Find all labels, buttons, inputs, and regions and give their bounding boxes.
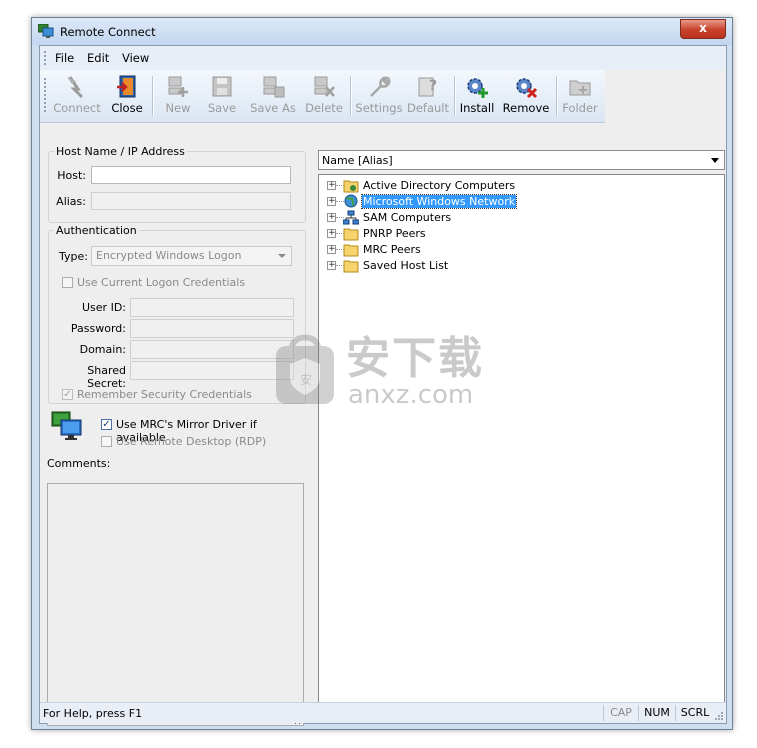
user-id-label: User ID: (82, 301, 126, 314)
remember-credentials-checkbox[interactable]: ✓ (62, 389, 73, 400)
use-current-logon-label: Use Current Logon Credentials (77, 276, 246, 289)
default-button[interactable]: ? Default (406, 73, 450, 119)
status-bar: For Help, press F1 CAP NUM SCRL (40, 702, 726, 723)
tree-node-active-directory[interactable]: + Active Directory Computers (327, 178, 587, 194)
save-disk-icon (212, 76, 232, 97)
wrench-icon (370, 76, 391, 97)
tree-node-sam-computers[interactable]: + SAM Computers (327, 210, 587, 226)
toolbar-separator (350, 76, 352, 116)
comments-label: Comments: (47, 457, 111, 470)
tree-node-pnrp-peers[interactable]: + PNRP Peers (327, 226, 587, 242)
status-text: For Help, press F1 (43, 707, 143, 720)
alias-label: Alias: (56, 195, 86, 208)
watermark-cn-text: 安下载 (346, 333, 484, 384)
menu-bar: File Edit View (40, 46, 726, 70)
host-group-title: Host Name / IP Address (54, 145, 187, 158)
expand-icon[interactable]: + (327, 261, 336, 270)
network-globe-icon (344, 194, 358, 208)
window-close-button[interactable]: x (680, 19, 726, 39)
save-as-button[interactable]: Save As (248, 73, 298, 119)
svg-text:安: 安 (300, 372, 312, 387)
user-id-input[interactable] (130, 298, 294, 317)
save-as-icon (263, 76, 285, 98)
folder-icon (343, 228, 359, 241)
menu-grip (44, 51, 46, 65)
new-host-icon (168, 76, 188, 97)
shield-bag-icon: 安 (276, 334, 334, 404)
resize-grip-icon[interactable] (713, 710, 724, 721)
remember-credentials-label: Remember Security Credentials (77, 388, 252, 401)
install-gear-icon (467, 78, 488, 98)
chevron-down-icon (711, 158, 719, 163)
password-label: Password: (70, 322, 126, 335)
host-tree[interactable]: + Active Directory Computers + Microsoft… (318, 174, 725, 721)
remove-gear-icon (516, 78, 538, 99)
new-button[interactable]: New (158, 73, 198, 119)
remove-button[interactable]: Remove (500, 73, 552, 119)
delete-host-icon (314, 76, 335, 97)
toolbar: Connect Close New Save Save As Delete Se… (40, 70, 605, 123)
expand-icon[interactable]: + (327, 197, 336, 206)
toolbar-separator (152, 76, 154, 116)
tree-node-windows-network[interactable]: + Microsoft Windows Network (327, 194, 587, 210)
folder-button[interactable]: Folder (560, 73, 600, 119)
host-input[interactable] (91, 166, 291, 184)
app-icon (38, 24, 54, 38)
folder-icon (343, 244, 359, 257)
close-door-icon (117, 75, 136, 98)
host-label: Host: (57, 169, 86, 182)
expand-icon[interactable]: + (327, 245, 336, 254)
host-group (48, 151, 306, 223)
domain-label: Domain: (79, 343, 126, 356)
monitor-icon (51, 411, 82, 440)
toolbar-separator (454, 76, 456, 116)
alias-input[interactable] (91, 192, 291, 210)
use-current-logon-checkbox[interactable] (62, 277, 73, 288)
title-bar[interactable]: Remote Connect x (32, 18, 732, 45)
menu-view[interactable]: View (122, 51, 149, 65)
active-directory-folder-icon (343, 180, 359, 193)
expand-icon[interactable]: + (327, 181, 336, 190)
svg-text:?: ? (429, 78, 437, 94)
shared-secret-label: Shared Secret: (87, 364, 126, 390)
mirror-driver-checkbox[interactable]: ✓ (101, 419, 112, 430)
delete-button[interactable]: Delete (302, 73, 346, 119)
expand-icon[interactable]: + (327, 229, 336, 238)
rdp-label: Use Remote Desktop (RDP) (116, 435, 267, 448)
window-title: Remote Connect (60, 25, 156, 39)
connect-button[interactable]: Connect (52, 73, 102, 119)
close-button[interactable]: Close (106, 73, 148, 119)
num-indicator: NUM (638, 705, 675, 721)
toolbar-grip (44, 78, 46, 112)
folder-icon (569, 80, 591, 96)
save-button[interactable]: Save (202, 73, 242, 119)
tree-node-mrc-peers[interactable]: + MRC Peers (327, 242, 587, 258)
sam-network-icon (343, 210, 359, 225)
expand-icon[interactable]: + (327, 213, 336, 222)
watermark: 安 安下载 anxz.com (270, 322, 485, 414)
install-button[interactable]: Install (458, 73, 496, 119)
default-help-icon: ? (418, 77, 437, 97)
watermark-domain-text: anxz.com (348, 380, 474, 410)
view-mode-select[interactable]: Name [Alias] (318, 150, 725, 170)
scrl-indicator: SCRL (675, 705, 714, 721)
tree-node-saved-host-list[interactable]: + Saved Host List (327, 258, 587, 274)
settings-button[interactable]: Settings (354, 73, 404, 119)
menu-edit[interactable]: Edit (87, 51, 109, 65)
type-label: Type: (59, 250, 88, 263)
connect-icon (67, 76, 84, 99)
folder-icon (343, 260, 359, 273)
menu-file[interactable]: File (55, 51, 74, 65)
authentication-group-title: Authentication (54, 224, 139, 237)
auth-type-select[interactable]: Encrypted Windows Logon (91, 246, 292, 266)
rdp-checkbox[interactable] (101, 436, 112, 447)
toolbar-separator (556, 76, 558, 116)
comments-textarea[interactable] (47, 483, 304, 726)
cap-indicator: CAP (603, 705, 638, 721)
chevron-down-icon (278, 254, 286, 258)
